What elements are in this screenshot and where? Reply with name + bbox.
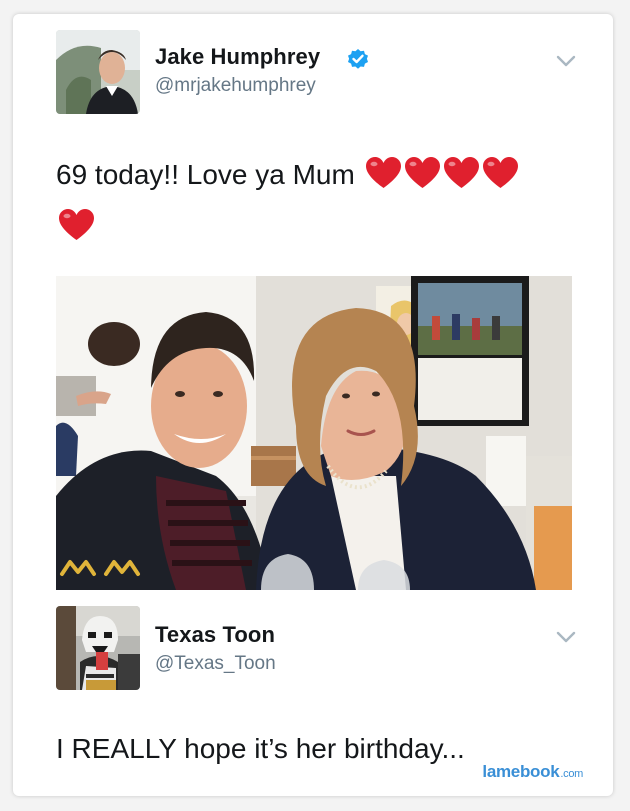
tweet-text-continued xyxy=(56,207,95,247)
screenshot-card: Jake Humphrey @mrjakehumphrey 69 today!!… xyxy=(13,14,613,796)
heart-emoji-icon xyxy=(482,157,518,188)
avatar-jake-humphrey[interactable] xyxy=(56,30,140,114)
lamebook-watermark: lamebook.com xyxy=(482,762,583,782)
heart-emoji-icon xyxy=(404,157,440,188)
display-name[interactable]: Jake Humphrey xyxy=(155,44,320,70)
heart-emoji-icon xyxy=(59,209,94,240)
heart-emoji-icon xyxy=(443,157,479,188)
display-name[interactable]: Texas Toon xyxy=(155,622,275,648)
verified-badge-icon xyxy=(348,49,368,69)
heart-emoji-icon xyxy=(365,157,401,188)
chevron-down-icon[interactable] xyxy=(555,630,577,644)
heart-emoji-group xyxy=(56,209,95,242)
watermark-brand: lamebook xyxy=(482,762,560,781)
avatar-texas-toon[interactable] xyxy=(56,606,140,690)
tweet-text: I REALLY hope it’s her birthday... xyxy=(56,733,465,764)
tweet-text-content: 69 today!! Love ya Mum xyxy=(56,159,355,190)
chevron-down-icon[interactable] xyxy=(555,54,577,68)
tweet-photo[interactable] xyxy=(56,276,572,590)
tweet-text: 69 today!! Love ya Mum xyxy=(56,155,576,195)
heart-emoji-group xyxy=(363,157,519,190)
page: Jake Humphrey @mrjakehumphrey 69 today!!… xyxy=(0,0,630,811)
watermark-suffix: .com xyxy=(560,768,583,780)
user-handle[interactable]: @Texas_Toon xyxy=(155,653,276,675)
user-handle[interactable]: @mrjakehumphrey xyxy=(155,75,316,97)
